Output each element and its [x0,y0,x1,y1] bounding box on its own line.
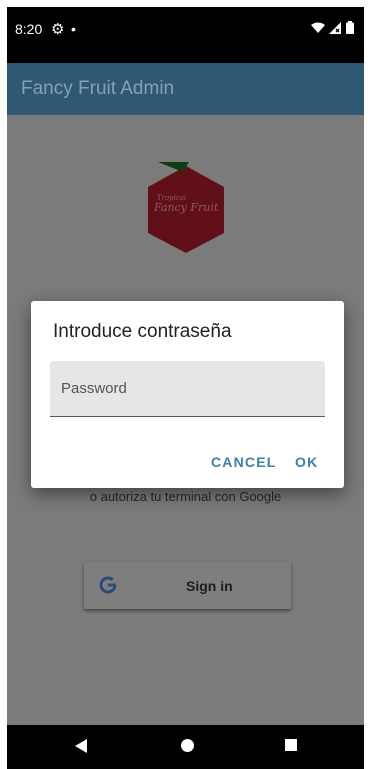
ok-button[interactable]: OK [295,454,318,470]
signal-icon [329,21,341,34]
google-g-icon [99,576,117,594]
navigation-bar [7,725,364,769]
status-time: 8:20 [15,21,43,37]
dot-icon: • [71,21,76,37]
back-triangle-icon[interactable] [75,739,87,753]
gear-icon: ⚙ [51,21,65,38]
authorize-subtitle: o autoriza tu terminal con Google [89,489,282,504]
google-signin-button[interactable]: Sign in [84,562,291,609]
app-title: Fancy Fruit Admin [21,78,175,99]
phone-screen: 8:20 ⚙ • Fancy Fruit Admin Tropical Fanc… [7,7,364,769]
password-field-container [50,361,325,417]
cancel-button[interactable]: CANCEL [211,454,277,470]
status-icons [311,21,354,34]
password-input[interactable] [50,361,325,416]
password-dialog: Introduce contraseña CANCEL OK [31,301,344,488]
signin-label: Sign in [186,578,233,594]
dialog-title: Introduce contraseña [53,321,232,342]
app-bar: Fancy Fruit Admin [7,63,364,115]
fancy-fruit-logo: Tropical Fancy Fruit [148,162,224,253]
wifi-icon [311,22,325,33]
logo-line2: Fancy Fruit [153,201,219,214]
status-bar: 8:20 ⚙ • [7,7,364,63]
recents-square-icon[interactable] [285,739,297,751]
home-circle-icon[interactable] [181,739,194,752]
battery-icon [346,21,354,34]
